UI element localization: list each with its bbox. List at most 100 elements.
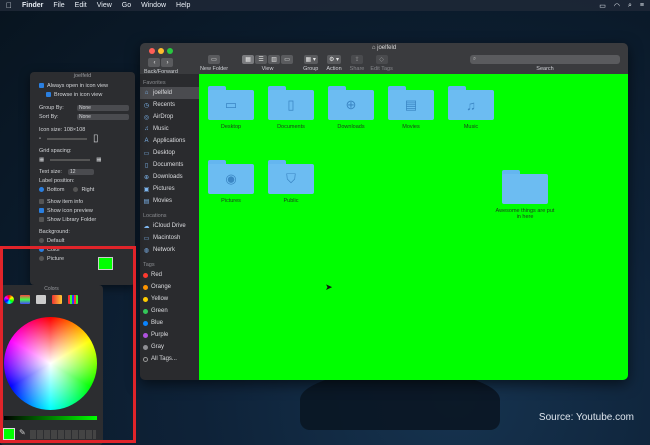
folder-icon <box>502 174 548 204</box>
tag-dot-icon <box>143 344 148 350</box>
show-icon-preview-checkbox[interactable]: Show icon preview <box>30 206 135 215</box>
finder-window: ⌂ joelfeld ‹ › Back/Forward ▭ New Folder… <box>140 43 628 380</box>
sidebar-item-airdrop[interactable]: ◎ AirDrop <box>140 111 199 123</box>
movies-icon: ▤ <box>388 90 434 120</box>
folder-pictures[interactable]: ◉ Pictures <box>207 160 255 204</box>
folder-public[interactable]: ⛉ Public <box>267 160 315 204</box>
bottom-radio[interactable] <box>39 187 44 192</box>
sidebar-tag-red[interactable]: Red <box>140 269 199 281</box>
cloud-icon: ☁ <box>143 223 150 230</box>
folder-awesome-things[interactable]: Awesome things are put in here <box>496 170 554 220</box>
sidebar-tag-green[interactable]: Green <box>140 305 199 317</box>
desktop-icon: ▭ <box>143 150 150 157</box>
desktop-icon: ▭ <box>208 90 254 120</box>
menu-window[interactable]: Window <box>141 2 166 9</box>
view-icon-button[interactable]: ▦ <box>242 55 255 64</box>
bg-default-radio[interactable]: Default <box>30 236 135 245</box>
grid-small-icon: ▦ <box>39 156 45 163</box>
sidebar-item-joelfeld[interactable]: ⌂ joelfeld <box>140 87 199 99</box>
action-label: Action <box>326 66 342 72</box>
wifi-icon[interactable]: ◠ <box>614 2 620 10</box>
tag-dot-icon <box>143 272 148 278</box>
sidebar-tag-orange[interactable]: Orange <box>140 281 199 293</box>
group-by-select[interactable]: None <box>77 104 129 111</box>
menu-go[interactable]: Go <box>122 2 131 9</box>
sidebar-item-network[interactable]: ◍ Network <box>140 244 199 256</box>
sidebar-all-tags[interactable]: All Tags... <box>140 353 199 365</box>
applications-icon: A <box>144 138 149 144</box>
apple-menu-icon[interactable]:  <box>6 1 12 10</box>
folder-downloads[interactable]: ⊕ Downloads <box>327 86 375 130</box>
sidebar-tag-yellow[interactable]: Yellow <box>140 293 199 305</box>
new-folder-button[interactable]: ▭ <box>208 55 220 64</box>
sidebar-item-icloud[interactable]: ☁ iCloud Drive <box>140 220 199 232</box>
sidebar-tag-blue[interactable]: Blue <box>140 317 199 329</box>
music-icon: ♫ <box>144 126 149 132</box>
new-folder-label: New Folder <box>199 66 229 72</box>
globe-icon: ◍ <box>143 247 150 254</box>
group-label: Group <box>303 66 319 72</box>
edit-tags-button[interactable]: ◇ <box>375 55 388 64</box>
show-item-info-checkbox[interactable]: Show item info <box>30 197 135 206</box>
back-button[interactable]: ‹ <box>148 58 161 67</box>
public-icon: ⛉ <box>268 164 314 194</box>
sidebar-item-desktop[interactable]: ▭ Desktop <box>140 147 199 159</box>
window-title: ⌂ joelfeld <box>371 45 397 51</box>
menu-view[interactable]: View <box>97 2 112 9</box>
action-button[interactable]: ⚙ ▾ <box>326 55 342 64</box>
grid-large-icon: ▦ <box>96 156 102 163</box>
control-center-icon[interactable]: ≡ <box>640 2 644 10</box>
background-label: Background: <box>39 228 70 235</box>
sort-by-select[interactable]: None <box>77 113 129 120</box>
sidebar-item-applications[interactable]: A Applications <box>140 135 199 147</box>
sidebar-item-movies[interactable]: ▤ Movies <box>140 195 199 207</box>
forward-button[interactable]: › <box>161 58 174 67</box>
music-icon: ♫ <box>448 90 494 120</box>
browse-in-checkbox[interactable]: Browse in icon view <box>30 90 135 99</box>
search-field[interactable]: ⌕ <box>470 55 620 64</box>
sidebar-tag-purple[interactable]: Purple <box>140 329 199 341</box>
sidebar-item-music[interactable]: ♫ Music <box>140 123 199 135</box>
clock-icon: ◷ <box>143 102 150 109</box>
cast-icon[interactable]: ▭ <box>599 2 606 10</box>
view-gallery-button[interactable]: ▭ <box>281 55 294 64</box>
sidebar-item-macintosh[interactable]: ▭ Macintosh <box>140 232 199 244</box>
tag-dot-icon <box>143 296 148 302</box>
menu-help[interactable]: Help <box>176 2 190 9</box>
icon-size-slider[interactable] <box>46 137 87 140</box>
folder-movies[interactable]: ▤ Movies <box>387 86 435 130</box>
view-options-title: joelfeld <box>73 73 92 79</box>
tag-dot-icon <box>143 284 148 290</box>
sidebar-tag-gray[interactable]: Gray <box>140 341 199 353</box>
menu-edit[interactable]: Edit <box>75 2 87 9</box>
folder-music[interactable]: ♫ Music <box>447 86 495 130</box>
sidebar-item-recents[interactable]: ◷ Recents <box>140 99 199 111</box>
tags-header: Tags <box>143 262 155 268</box>
always-open-checkbox[interactable]: Always open in icon view <box>30 81 135 90</box>
small-icon: ▫ <box>39 135 41 142</box>
text-size-select[interactable]: 12 <box>67 168 94 175</box>
camera-icon: ◉ <box>208 164 254 194</box>
show-library-checkbox[interactable]: Show Library Folder <box>30 215 135 224</box>
group-button[interactable]: ▦ ▾ <box>303 55 318 64</box>
download-icon: ⊕ <box>143 174 150 181</box>
sidebar-item-documents[interactable]: ▯ Documents <box>140 159 199 171</box>
icon-view-content[interactable]: ▭ Desktop ▯ Documents ⊕ Downloads ▤ Movi… <box>199 74 628 380</box>
view-list-button[interactable]: ☰ <box>255 55 268 64</box>
locations-header: Locations <box>143 213 167 219</box>
folder-desktop[interactable]: ▭ Desktop <box>207 86 255 130</box>
spotlight-icon[interactable]: ⌕ <box>628 2 632 10</box>
folder-documents[interactable]: ▯ Documents <box>267 86 315 130</box>
view-column-button[interactable]: ▥ <box>268 55 281 64</box>
right-radio[interactable] <box>73 187 79 192</box>
share-button[interactable]: ⇪ <box>351 55 363 64</box>
documents-icon: ▯ <box>268 90 314 120</box>
grid-spacing-slider[interactable] <box>50 158 91 161</box>
sidebar-item-downloads[interactable]: ⊕ Downloads <box>140 171 199 183</box>
tag-dot-icon <box>143 332 148 338</box>
sidebar-item-pictures[interactable]: ▣ Pictures <box>140 183 199 195</box>
home-icon: ⌂ <box>144 90 149 96</box>
finder-toolbar: ⌂ joelfeld ‹ › Back/Forward ▭ New Folder… <box>140 43 628 75</box>
menu-finder[interactable]: Finder <box>22 2 43 9</box>
menu-file[interactable]: File <box>53 2 64 9</box>
